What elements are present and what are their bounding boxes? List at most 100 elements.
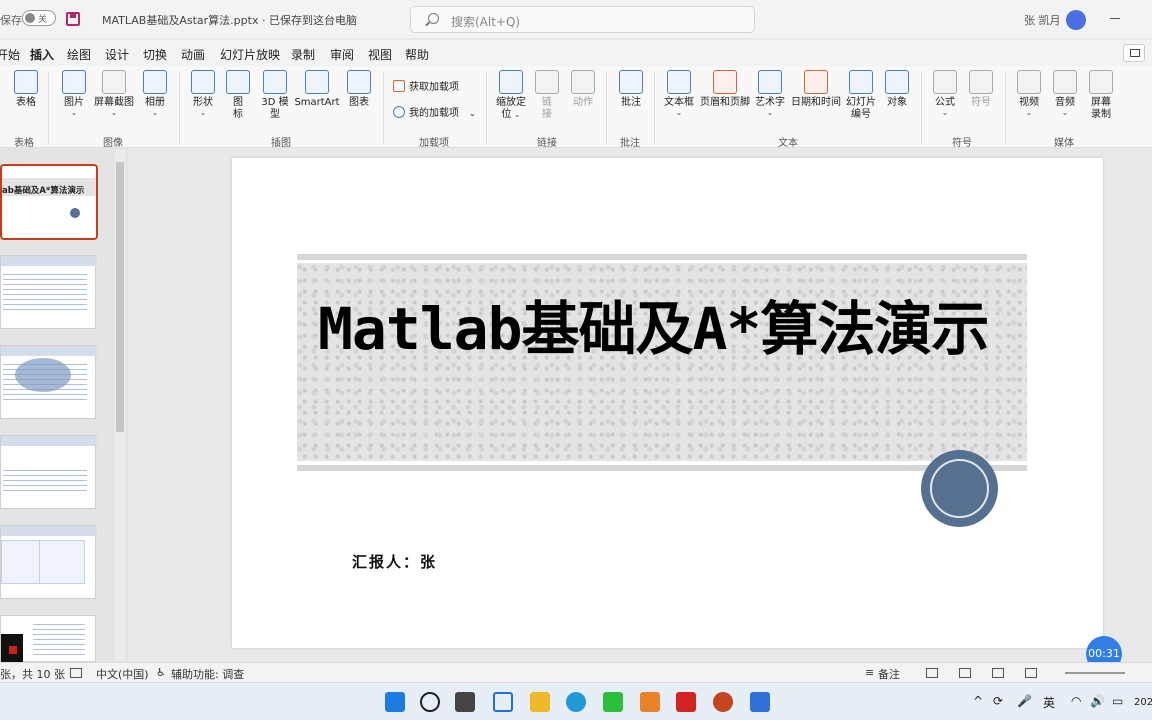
thumbnails-scrollbar-thumb[interactable] — [116, 162, 124, 432]
zoom-button[interactable]: 缩放定 位 ⌄ — [495, 70, 527, 121]
tab-record[interactable]: 录制 — [291, 46, 315, 63]
chevron-down-icon: ⌄ — [70, 108, 78, 117]
slide-thumbnail-3[interactable] — [0, 345, 97, 419]
table-button[interactable]: 表格 — [11, 70, 41, 109]
windows-start-icon[interactable] — [385, 692, 405, 712]
icons-button[interactable]: 图 标 — [226, 70, 250, 121]
comments-pane-button[interactable] — [1123, 44, 1145, 62]
my-addins-button[interactable]: 我的加载项 ⌄ — [393, 104, 476, 119]
banner-bottom-stripe — [297, 465, 1027, 471]
slide-thumbnail-2[interactable] — [0, 255, 97, 329]
microphone-icon[interactable]: 🎤 — [1017, 694, 1032, 708]
tab-insert[interactable]: 插入 — [30, 46, 55, 69]
powerpoint-icon[interactable] — [713, 692, 733, 712]
video-button[interactable]: 视频 ⌄ — [1016, 70, 1042, 117]
chevron-down-icon: ⌄ — [151, 108, 159, 117]
clock[interactable]: 202 — [1134, 697, 1152, 708]
slide-thumbnail-1[interactable]: ab基础及A*算法演示 — [0, 164, 98, 240]
shapes-button[interactable]: 形状 ⌄ — [189, 70, 217, 117]
file-explorer-icon[interactable] — [530, 692, 550, 712]
slideshow-view-icon[interactable] — [1025, 668, 1037, 678]
zoom-slider[interactable] — [1065, 672, 1125, 674]
equation-button[interactable]: 公式 ⌄ — [932, 70, 958, 117]
chevron-up-icon[interactable]: ^ — [973, 694, 983, 708]
3d-models-button[interactable]: 3D 模 型 — [259, 70, 291, 121]
search-icon[interactable] — [420, 692, 440, 712]
slide-number-button[interactable]: 幻灯片 编号 — [845, 70, 877, 121]
screen-recording-label: 屏幕 — [1091, 97, 1111, 108]
normal-view-icon[interactable] — [926, 668, 938, 678]
language-indicator[interactable]: 中文(中国) — [96, 666, 149, 682]
autosave-toggle[interactable]: 关 — [22, 10, 56, 26]
album-button[interactable]: 相册 ⌄ — [141, 70, 169, 117]
header-footer-button[interactable]: 页眉和页脚 — [699, 70, 751, 109]
minimize-icon[interactable] — [1110, 18, 1120, 19]
album-label: 相册 — [145, 97, 165, 108]
accessibility-icon: ♿ — [156, 666, 166, 679]
battery-icon[interactable]: ▭ — [1112, 694, 1123, 708]
new-comment-button[interactable]: 批注 — [618, 70, 644, 109]
tab-review[interactable]: 审阅 — [330, 46, 354, 63]
thumbnail-title: ab基础及A*算法演示 — [2, 186, 85, 196]
avatar[interactable] — [1066, 10, 1086, 30]
document-title[interactable]: MATLAB基础及Astar算法.pptx · 已保存到这台电脑 — [102, 12, 357, 28]
picture-button[interactable]: 图片 ⌄ — [60, 70, 88, 117]
textbox-button[interactable]: 文本框 ⌄ — [663, 70, 695, 117]
chart-button[interactable]: 图表 — [346, 70, 372, 109]
action-button[interactable]: 动作 — [571, 70, 595, 109]
screen-recording-button[interactable]: 屏幕 录制 — [1088, 70, 1114, 121]
task-view-icon[interactable] — [455, 692, 475, 712]
video-icon — [1017, 70, 1041, 94]
smartart-button[interactable]: SmartArt — [294, 70, 340, 109]
notes-button[interactable]: 备注 — [878, 666, 900, 682]
title-bar: 保存 关 MATLAB基础及Astar算法.pptx · 已保存到这台电脑 搜索… — [0, 0, 1152, 38]
reporter-text[interactable]: 汇报人：张 — [352, 551, 437, 572]
widgets-icon[interactable] — [493, 692, 513, 712]
tab-help[interactable]: 帮助 — [405, 46, 429, 63]
search-input[interactable]: 搜索(Alt+Q) — [410, 6, 755, 33]
tab-animations[interactable]: 动画 — [181, 46, 205, 63]
spellcheck-icon[interactable] — [70, 668, 82, 678]
object-button[interactable]: 对象 — [884, 70, 910, 109]
reading-view-icon[interactable] — [992, 668, 1004, 678]
sync-icon[interactable]: ⟳ — [993, 694, 1003, 708]
comment-label: 批注 — [621, 97, 641, 108]
matlab-icon[interactable] — [640, 692, 660, 712]
tab-design[interactable]: 设计 — [105, 46, 129, 63]
app-icon[interactable] — [750, 692, 770, 712]
chevron-down-icon: ⌄ — [1061, 108, 1069, 117]
get-addins-button[interactable]: 获取加载项 — [393, 78, 459, 93]
symbol-button[interactable]: 符号 — [968, 70, 994, 109]
user-name[interactable]: 张 凯月 — [1024, 12, 1061, 28]
wordart-button[interactable]: 艺术字 ⌄ — [754, 70, 786, 117]
accessibility-status[interactable]: 辅助功能: 调查 — [171, 666, 244, 682]
tab-transitions[interactable]: 切换 — [143, 46, 167, 63]
slide-title[interactable]: Matlab基础及A*算法演示 — [318, 282, 989, 366]
tab-slideshow[interactable]: 幻灯片放映 — [220, 46, 280, 63]
wordart-label: 艺术字 — [755, 97, 785, 108]
slide-sorter-icon[interactable] — [959, 668, 971, 678]
pdf-icon[interactable] — [676, 692, 696, 712]
wechat-icon[interactable] — [603, 692, 623, 712]
audio-button[interactable]: 音频 ⌄ — [1052, 70, 1078, 117]
slide-thumbnail-4[interactable] — [0, 435, 97, 509]
ime-indicator[interactable]: 英 — [1043, 694, 1055, 711]
equation-label: 公式 — [935, 97, 955, 108]
table-icon — [14, 70, 38, 94]
slide-thumbnail-6[interactable] — [0, 615, 96, 662]
tab-view[interactable]: 视图 — [368, 46, 392, 63]
save-icon[interactable] — [66, 12, 80, 26]
speaker-icon[interactable]: 🔊 — [1090, 694, 1105, 708]
chevron-down-icon: ⌄ — [941, 108, 949, 117]
screenshot-button[interactable]: 屏幕截图 ⌄ — [92, 70, 136, 117]
group-separator — [654, 72, 655, 144]
hash-icon — [849, 70, 873, 94]
edge-icon[interactable] — [566, 692, 586, 712]
chevron-down-icon: ⌄ — [766, 108, 774, 117]
datetime-button[interactable]: 日期和时间 — [790, 70, 842, 109]
link-button[interactable]: 链 接 — [535, 70, 559, 121]
tab-home[interactable]: 开始 — [0, 46, 20, 63]
wifi-icon[interactable]: ◠ — [1071, 694, 1081, 708]
slide-thumbnail-5[interactable] — [0, 525, 97, 599]
tab-draw[interactable]: 绘图 — [67, 46, 91, 63]
